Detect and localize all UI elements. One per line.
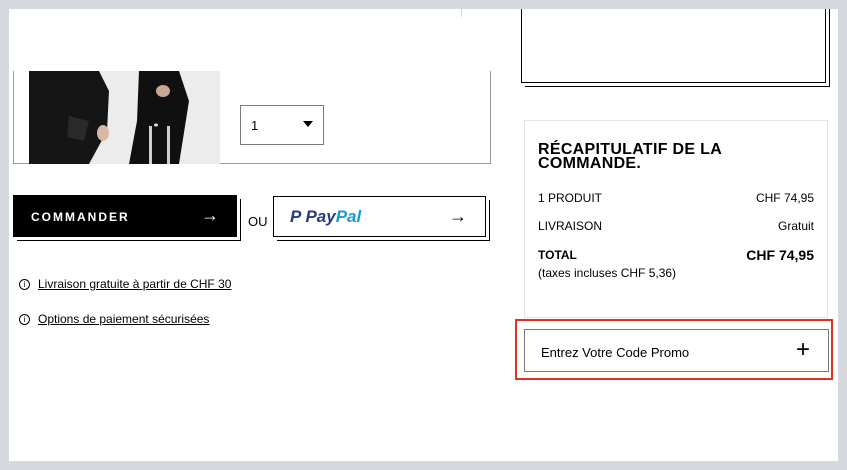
total-label: TOTAL <box>538 248 577 262</box>
info-icon: i <box>19 314 30 326</box>
chevron-down-icon <box>303 121 313 127</box>
free-shipping-row: i Livraison gratuite à partir de CHF 30 <box>19 277 231 291</box>
order-summary: RÉCAPITULATIF DE LA COMMANDE. 1 PRODUIT … <box>524 120 828 318</box>
products-label: 1 PRODUIT <box>538 191 603 205</box>
page: 1 COMMANDER → OU P PayPal → i Livraison g… <box>9 9 838 461</box>
or-label: OU <box>248 214 268 229</box>
shipping-label: LIVRAISON <box>538 219 603 233</box>
summary-row-total: TOTAL CHF 74,95 <box>538 247 814 263</box>
promo-label: Entrez Votre Code Promo <box>541 345 690 360</box>
paypal-pay-text: Pay <box>305 207 336 226</box>
secure-payment-row: i Options de paiement sécurisées <box>19 312 209 326</box>
total-value: CHF 74,95 <box>746 247 814 263</box>
free-shipping-link[interactable]: Livraison gratuite à partir de CHF 30 <box>38 277 231 291</box>
summary-row-products: 1 PRODUIT CHF 74,95 <box>538 191 814 205</box>
paypal-p-icon: P <box>290 207 301 226</box>
secure-payment-link[interactable]: Options de paiement sécurisées <box>38 312 209 326</box>
info-icon: i <box>19 279 30 291</box>
products-value: CHF 74,95 <box>755 191 814 205</box>
quantity-value: 1 <box>251 118 259 133</box>
checkout-label: COMMANDER <box>31 210 130 224</box>
product-image <box>29 71 220 164</box>
arrow-right-icon: → <box>449 206 467 226</box>
checkout-button[interactable]: COMMANDER → <box>13 195 237 237</box>
shipping-value: Gratuit <box>777 219 814 233</box>
plus-icon: + <box>795 336 810 363</box>
paypal-button[interactable]: P PayPal → <box>273 196 486 237</box>
summary-title: RÉCAPITULATIF DE LA COMMANDE. <box>538 141 722 172</box>
arrow-right-icon: → <box>201 205 219 225</box>
quantity-select[interactable]: 1 <box>240 105 324 145</box>
summary-row-shipping: LIVRAISON Gratuit <box>538 219 814 233</box>
promo-code-toggle[interactable]: Entrez Votre Code Promo + <box>524 329 829 372</box>
top-divider <box>461 9 462 17</box>
paypal-logo: P PayPal <box>290 207 361 227</box>
taxes-note: (taxes incluses CHF 5,36) <box>538 266 677 280</box>
paypal-pal-text: Pal <box>335 207 362 226</box>
product-photo-icon <box>29 71 220 164</box>
upper-summary-box <box>521 9 826 83</box>
